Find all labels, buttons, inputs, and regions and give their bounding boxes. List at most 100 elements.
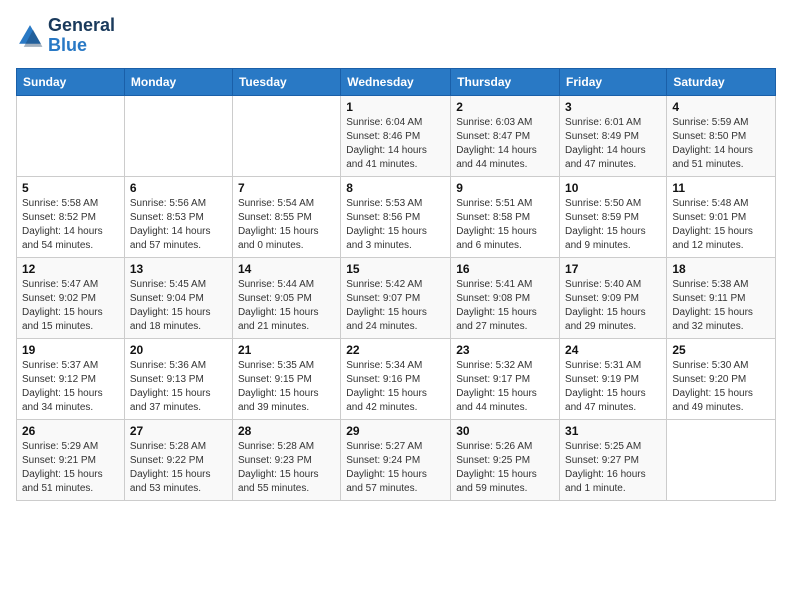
day-number: 4 <box>672 100 770 114</box>
day-info: Sunrise: 5:56 AM Sunset: 8:53 PM Dayligh… <box>130 197 227 253</box>
day-number: 26 <box>22 424 119 438</box>
calendar-cell <box>667 419 776 500</box>
day-info: Sunrise: 5:35 AM Sunset: 9:15 PM Dayligh… <box>238 359 335 415</box>
day-number: 23 <box>456 343 554 357</box>
calendar-cell: 23Sunrise: 5:32 AM Sunset: 9:17 PM Dayli… <box>451 338 560 419</box>
day-number: 17 <box>565 262 661 276</box>
day-info: Sunrise: 5:37 AM Sunset: 9:12 PM Dayligh… <box>22 359 119 415</box>
calendar-cell: 9 Sunrise: 5:51 AM Sunset: 8:58 PM Daylig… <box>451 176 560 257</box>
day-info: Sunrise: 6:03 AM Sunset: 8:47 PM Dayligh… <box>456 116 554 172</box>
day-info: Sunrise: 5:53 AM Sunset: 8:56 PM Dayligh… <box>346 197 445 253</box>
day-header-saturday: Saturday <box>667 68 776 95</box>
day-number: 8 <box>346 181 445 195</box>
day-number: 30 <box>456 424 554 438</box>
day-info: Sunrise: 5:26 AM Sunset: 9:25 PM Dayligh… <box>456 440 554 496</box>
calendar-cell: 1Sunrise: 6:04 AM Sunset: 8:46 PM Daylig… <box>341 95 451 176</box>
calendar-cell: 28Sunrise: 5:28 AM Sunset: 9:23 PM Dayli… <box>232 419 340 500</box>
page-header: General Blue <box>16 16 776 56</box>
calendar-cell: 25 Sunrise: 5:30 AM Sunset: 9:20 PM Dayli… <box>667 338 776 419</box>
day-number: 16 <box>456 262 554 276</box>
calendar-cell: 5 Sunrise: 5:58 AM Sunset: 8:52 PM Daylig… <box>17 176 125 257</box>
calendar-cell: 3 Sunrise: 6:01 AM Sunset: 8:49 PM Daylig… <box>560 95 667 176</box>
calendar-cell: 10 Sunrise: 5:50 AM Sunset: 8:59 PM Dayli… <box>560 176 667 257</box>
calendar-cell: 2 Sunrise: 6:03 AM Sunset: 8:47 PM Daylig… <box>451 95 560 176</box>
calendar-cell <box>124 95 232 176</box>
day-info: Sunrise: 5:42 AM Sunset: 9:07 PM Dayligh… <box>346 278 445 334</box>
day-header-thursday: Thursday <box>451 68 560 95</box>
day-number: 24 <box>565 343 661 357</box>
day-info: Sunrise: 5:34 AM Sunset: 9:16 PM Dayligh… <box>346 359 445 415</box>
day-number: 29 <box>346 424 445 438</box>
day-info: Sunrise: 5:31 AM Sunset: 9:19 PM Dayligh… <box>565 359 661 415</box>
day-number: 27 <box>130 424 227 438</box>
day-number: 22 <box>346 343 445 357</box>
calendar-cell <box>17 95 125 176</box>
day-header-wednesday: Wednesday <box>341 68 451 95</box>
day-info: Sunrise: 6:01 AM Sunset: 8:49 PM Dayligh… <box>565 116 661 172</box>
calendar-cell: 18 Sunrise: 5:38 AM Sunset: 9:11 PM Dayli… <box>667 257 776 338</box>
day-number: 13 <box>130 262 227 276</box>
calendar-cell: 22 Sunrise: 5:34 AM Sunset: 9:16 PM Dayli… <box>341 338 451 419</box>
day-number: 28 <box>238 424 335 438</box>
calendar-cell: 4 Sunrise: 5:59 AM Sunset: 8:50 PM Daylig… <box>667 95 776 176</box>
day-number: 31 <box>565 424 661 438</box>
calendar-cell <box>232 95 340 176</box>
calendar-cell: 7 Sunrise: 5:54 AM Sunset: 8:55 PM Daylig… <box>232 176 340 257</box>
day-number: 7 <box>238 181 335 195</box>
calendar-cell: 13 Sunrise: 5:45 AM Sunset: 9:04 PM Dayli… <box>124 257 232 338</box>
day-number: 19 <box>22 343 119 357</box>
day-info: Sunrise: 5:38 AM Sunset: 9:11 PM Dayligh… <box>672 278 770 334</box>
day-number: 2 <box>456 100 554 114</box>
day-info: Sunrise: 5:44 AM Sunset: 9:05 PM Dayligh… <box>238 278 335 334</box>
calendar-cell: 20 Sunrise: 5:36 AM Sunset: 9:13 PM Dayli… <box>124 338 232 419</box>
day-info: Sunrise: 5:51 AM Sunset: 8:58 PM Dayligh… <box>456 197 554 253</box>
calendar-cell: 15Sunrise: 5:42 AM Sunset: 9:07 PM Dayli… <box>341 257 451 338</box>
day-number: 20 <box>130 343 227 357</box>
day-info: Sunrise: 5:30 AM Sunset: 9:20 PM Dayligh… <box>672 359 770 415</box>
day-info: Sunrise: 5:59 AM Sunset: 8:50 PM Dayligh… <box>672 116 770 172</box>
day-info: Sunrise: 6:04 AM Sunset: 8:46 PM Dayligh… <box>346 116 445 172</box>
day-info: Sunrise: 5:54 AM Sunset: 8:55 PM Dayligh… <box>238 197 335 253</box>
calendar-cell: 12 Sunrise: 5:47 AM Sunset: 9:02 PM Dayli… <box>17 257 125 338</box>
day-number: 3 <box>565 100 661 114</box>
day-number: 6 <box>130 181 227 195</box>
calendar-cell: 19 Sunrise: 5:37 AM Sunset: 9:12 PM Dayli… <box>17 338 125 419</box>
calendar-cell: 8 Sunrise: 5:53 AM Sunset: 8:56 PM Daylig… <box>341 176 451 257</box>
calendar-cell: 30 Sunrise: 5:26 AM Sunset: 9:25 PM Dayli… <box>451 419 560 500</box>
calendar-cell: 26 Sunrise: 5:29 AM Sunset: 9:21 PM Dayli… <box>17 419 125 500</box>
day-number: 11 <box>672 181 770 195</box>
day-info: Sunrise: 5:45 AM Sunset: 9:04 PM Dayligh… <box>130 278 227 334</box>
calendar-cell: 6 Sunrise: 5:56 AM Sunset: 8:53 PM Daylig… <box>124 176 232 257</box>
logo: General Blue <box>16 16 115 56</box>
day-number: 14 <box>238 262 335 276</box>
logo-icon <box>16 22 44 50</box>
day-info: Sunrise: 5:25 AM Sunset: 9:27 PM Dayligh… <box>565 440 661 496</box>
day-info: Sunrise: 5:58 AM Sunset: 8:52 PM Dayligh… <box>22 197 119 253</box>
day-header-sunday: Sunday <box>17 68 125 95</box>
calendar-table: SundayMondayTuesdayWednesdayThursdayFrid… <box>16 68 776 501</box>
day-info: Sunrise: 5:47 AM Sunset: 9:02 PM Dayligh… <box>22 278 119 334</box>
calendar-cell: 14 Sunrise: 5:44 AM Sunset: 9:05 PM Dayli… <box>232 257 340 338</box>
day-info: Sunrise: 5:40 AM Sunset: 9:09 PM Dayligh… <box>565 278 661 334</box>
calendar-cell: 17 Sunrise: 5:40 AM Sunset: 9:09 PM Dayli… <box>560 257 667 338</box>
day-info: Sunrise: 5:36 AM Sunset: 9:13 PM Dayligh… <box>130 359 227 415</box>
calendar-cell: 27 Sunrise: 5:28 AM Sunset: 9:22 PM Dayli… <box>124 419 232 500</box>
day-number: 10 <box>565 181 661 195</box>
day-header-friday: Friday <box>560 68 667 95</box>
calendar-cell: 21 Sunrise: 5:35 AM Sunset: 9:15 PM Dayli… <box>232 338 340 419</box>
day-number: 5 <box>22 181 119 195</box>
day-number: 12 <box>22 262 119 276</box>
day-info: Sunrise: 5:28 AM Sunset: 9:22 PM Dayligh… <box>130 440 227 496</box>
day-info: Sunrise: 5:50 AM Sunset: 8:59 PM Dayligh… <box>565 197 661 253</box>
day-number: 9 <box>456 181 554 195</box>
day-number: 25 <box>672 343 770 357</box>
day-info: Sunrise: 5:27 AM Sunset: 9:24 PM Dayligh… <box>346 440 445 496</box>
calendar-cell: 11 Sunrise: 5:48 AM Sunset: 9:01 PM Dayli… <box>667 176 776 257</box>
calendar-cell: 16 Sunrise: 5:41 AM Sunset: 9:08 PM Dayli… <box>451 257 560 338</box>
day-number: 18 <box>672 262 770 276</box>
day-info: Sunrise: 5:29 AM Sunset: 9:21 PM Dayligh… <box>22 440 119 496</box>
day-info: Sunrise: 5:48 AM Sunset: 9:01 PM Dayligh… <box>672 197 770 253</box>
day-header-tuesday: Tuesday <box>232 68 340 95</box>
day-number: 21 <box>238 343 335 357</box>
day-info: Sunrise: 5:41 AM Sunset: 9:08 PM Dayligh… <box>456 278 554 334</box>
